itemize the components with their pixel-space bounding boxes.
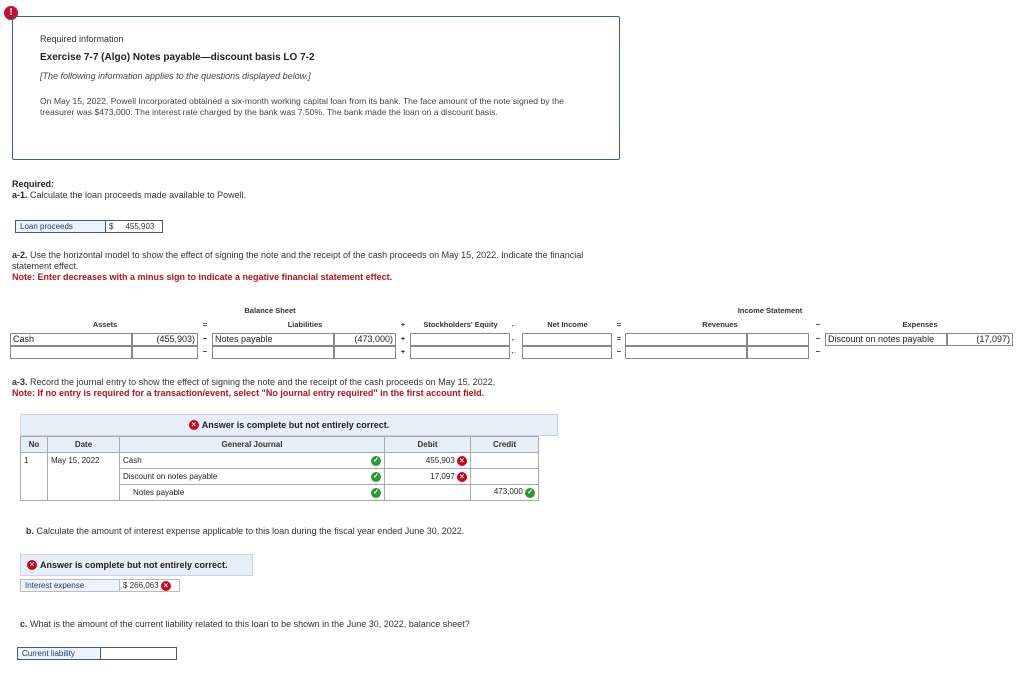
credit-input[interactable] xyxy=(470,468,539,485)
error-icon: × xyxy=(457,455,467,466)
liability-amount-input-2[interactable] xyxy=(334,346,396,359)
interest-expense-label: Interest expense xyxy=(20,579,120,592)
question-a3: a-3. Record the journal entry to show th… xyxy=(12,377,496,398)
expense-amount-input[interactable]: (17,097) xyxy=(947,333,1013,346)
balance-sheet-header: Balance Sheet xyxy=(244,306,296,315)
current-liability-label: Current liability xyxy=(17,647,101,660)
credit-input[interactable]: 473,000 ✓ xyxy=(470,484,539,501)
answer-status-banner-b: × Answer is complete but not entirely cor… xyxy=(20,554,253,576)
check-icon: ✓ xyxy=(371,456,381,466)
error-icon: × xyxy=(27,560,37,570)
current-liability-row: Current liability xyxy=(17,647,177,660)
entry-date[interactable]: May 15, 2022 xyxy=(47,452,120,501)
revenues-header: Revenues xyxy=(702,320,738,329)
revenue-amount-input-2[interactable] xyxy=(747,346,809,359)
asset-account-select[interactable]: Cash xyxy=(10,333,132,346)
revenue-account-select-2[interactable] xyxy=(625,346,747,359)
liability-account-select[interactable]: Notes payable xyxy=(212,333,334,346)
question-a1: a-1. Calculate the loan proceeds made av… xyxy=(12,190,247,200)
required-information-label: Required information xyxy=(40,34,124,44)
assets-header: Assets xyxy=(92,320,118,329)
net-income-input[interactable] xyxy=(522,333,612,346)
col-date: Date xyxy=(47,436,120,453)
equity-amount-input-2[interactable] xyxy=(410,346,510,359)
liability-account-select-2[interactable] xyxy=(212,346,334,359)
asset-account-select-2[interactable] xyxy=(10,346,132,359)
account-select[interactable]: Discount on notes payable ✓ xyxy=(119,468,385,485)
liabilities-header: Liabilities xyxy=(287,320,323,329)
expense-account-select[interactable]: Discount on notes payable xyxy=(825,333,947,346)
revenue-amount-input[interactable] xyxy=(747,333,809,346)
entry-number: 1 xyxy=(20,452,48,501)
account-select[interactable]: Cash ✓ xyxy=(119,452,385,469)
income-statement-header: Income Statement xyxy=(737,306,803,315)
error-icon: × xyxy=(188,420,199,430)
error-icon: × xyxy=(160,581,171,591)
expenses-header: Expenses xyxy=(902,320,938,329)
col-debit: Debit xyxy=(384,436,471,453)
problem-paragraph: On May 15, 2022, Powell Incorporated obt… xyxy=(40,96,564,117)
required-label: Required: xyxy=(12,179,55,189)
current-liability-input[interactable] xyxy=(101,647,177,660)
info-note: [The following information applies to th… xyxy=(40,71,311,81)
journal-row: 1 May 15, 2022 Cash ✓ 455,903 × xyxy=(20,452,539,501)
revenue-account-select[interactable] xyxy=(625,333,747,346)
question-b: b. Calculate the amount of interest expe… xyxy=(26,526,465,536)
loan-proceeds-label: Loan proceeds xyxy=(15,220,106,233)
col-no: No xyxy=(20,436,48,453)
check-icon: ✓ xyxy=(525,488,535,498)
a2-note: Note: Enter decreases with a minus sign … xyxy=(12,272,393,282)
a3-note: Note: If no entry is required for a tran… xyxy=(12,388,485,398)
question-a2: a-2. Use the horizontal model to show th… xyxy=(12,250,584,282)
col-general-journal: General Journal xyxy=(119,436,385,453)
equity-amount-input[interactable] xyxy=(410,333,510,346)
journal-table: No Date General Journal Debit Credit 1 M… xyxy=(20,436,539,501)
liability-amount-input[interactable]: (473,000) xyxy=(334,333,396,346)
check-icon: ✓ xyxy=(371,488,381,498)
error-icon: × xyxy=(457,471,467,482)
question-c: c. What is the amount of the current lia… xyxy=(20,619,470,629)
debit-input[interactable] xyxy=(384,484,471,501)
credit-input[interactable] xyxy=(470,452,539,469)
required-information-box: Required information Exercise 7-7 (Algo)… xyxy=(12,16,620,160)
answer-status-banner: × Answer is complete but not entirely cor… xyxy=(20,414,558,436)
loan-proceeds-input[interactable]: $455,903 xyxy=(106,220,163,233)
check-icon: ✓ xyxy=(371,472,381,482)
debit-input[interactable]: 17,097 × xyxy=(384,468,471,485)
col-credit: Credit xyxy=(470,436,539,453)
net-income-header: Net Income xyxy=(547,320,588,329)
loan-proceeds-row: Loan proceeds $455,903 xyxy=(15,220,163,233)
asset-amount-input[interactable]: (455,903) xyxy=(132,333,198,346)
net-income-input-2[interactable] xyxy=(522,346,612,359)
account-select[interactable]: Notes payable ✓ xyxy=(119,484,385,501)
asset-amount-input-2[interactable] xyxy=(132,346,198,359)
debit-input[interactable]: 455,903 × xyxy=(384,452,471,469)
interest-expense-row: Interest expense $ 266,063 × xyxy=(20,579,180,592)
interest-expense-input[interactable]: $ 266,063 × xyxy=(120,579,180,592)
equity-header: Stockholders' Equity xyxy=(423,320,498,329)
exercise-title: Exercise 7-7 (Algo) Notes payable—discou… xyxy=(40,52,315,63)
